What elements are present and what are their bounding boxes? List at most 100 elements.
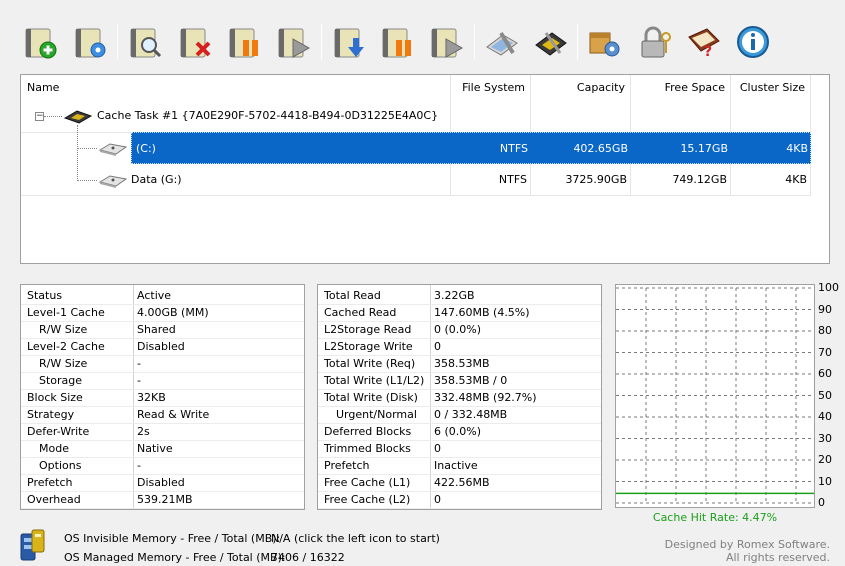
stat-row: Total Write (L1/L2) 358.53MB / 0 [318, 372, 601, 389]
stat-value: Shared [137, 323, 176, 336]
credit-line-2: All rights reserved. [725, 551, 830, 564]
help-button[interactable]: ? [684, 22, 724, 62]
stat-row: Defer-Write 2s [21, 423, 304, 440]
memory-start-icon[interactable] [18, 528, 48, 562]
hard-drive-icon [98, 175, 128, 188]
stat-label: Strategy [27, 408, 75, 421]
resume-task-button[interactable] [274, 22, 314, 62]
stat-value: Disabled [137, 476, 185, 489]
stat-row: Level-2 Cache Disabled [21, 338, 304, 355]
stat-row: Storage - [21, 372, 304, 389]
pause-all-button[interactable] [378, 22, 418, 62]
column-header-free-space[interactable]: Free Space [631, 75, 731, 101]
stat-label: Level-1 Cache [27, 306, 105, 319]
y-tick-label: 50 [818, 388, 832, 402]
stat-label: L2Storage Write [324, 340, 413, 353]
pause-icon [382, 28, 411, 58]
task-settings-button[interactable] [71, 22, 111, 62]
stat-row: Urgent/Normal 0 / 332.48MB [318, 406, 601, 423]
column-header-name[interactable]: Name [21, 75, 451, 101]
inspect-button[interactable] [126, 22, 166, 62]
stat-row: R/W Size - [21, 355, 304, 372]
stat-row: Options - [21, 457, 304, 474]
drive-tree-grid[interactable]: Name File System Capacity Free Space Clu… [20, 74, 830, 264]
stat-row: L2Storage Read 0 (0.0%) [318, 321, 601, 338]
flush-button[interactable] [330, 22, 370, 62]
managed-memory-label: OS Managed Memory - Free / Total (MB): [64, 551, 286, 564]
toolbar: ? [0, 0, 845, 68]
info-icon [737, 26, 769, 58]
stat-row: Level-1 Cache 4.00GB (MM) [21, 304, 304, 321]
stat-value: Disabled [137, 340, 185, 353]
stat-label: Mode [39, 442, 69, 455]
chart-plot-area [616, 287, 814, 504]
stat-row: Free Cache (L1) 422.56MB [318, 474, 601, 491]
y-tick-label: 60 [818, 367, 832, 380]
stat-row: L2Storage Write 0 [318, 338, 601, 355]
column-header-capacity[interactable]: Capacity [531, 75, 631, 101]
help-book-icon: ? [688, 28, 720, 60]
pause-task-button[interactable] [225, 22, 265, 62]
y-tick-label: 0 [818, 496, 825, 509]
stat-value: 332.48MB (92.7%) [434, 391, 537, 404]
stat-row: Strategy Read & Write [21, 406, 304, 423]
column-header-cluster-size[interactable]: Cluster Size [731, 75, 811, 101]
drive-cluster-size: 4KB [785, 173, 807, 186]
stat-row: Total Write (Disk) 332.48MB (92.7%) [318, 389, 601, 406]
collapse-toggle[interactable]: − [35, 112, 44, 121]
lock-key-icon [641, 26, 671, 58]
stat-value: Native [137, 442, 173, 455]
stat-row: Total Write (Req) 358.53MB [318, 355, 601, 372]
drive-file-system: NTFS [499, 142, 528, 155]
resume-all-button[interactable] [427, 22, 467, 62]
credit-line-1: Designed by Romex Software. [664, 538, 830, 551]
stat-label: Free Cache (L1) [324, 476, 411, 489]
stat-value: 6 (0.0%) [434, 425, 482, 438]
remove-task-button[interactable] [176, 22, 216, 62]
memory-button[interactable] [531, 22, 571, 62]
add-task-button[interactable] [21, 22, 61, 62]
stat-value: Inactive [434, 459, 478, 472]
drive-name: (C:) [136, 142, 156, 155]
stat-label: Prefetch [27, 476, 73, 489]
stat-label: Storage [39, 374, 83, 387]
column-header-file-system[interactable]: File System [451, 75, 531, 101]
stat-row: Prefetch Disabled [21, 474, 304, 491]
play-icon [431, 28, 464, 58]
options-button[interactable] [584, 22, 624, 62]
cache-hit-rate-chart [615, 284, 815, 508]
stat-label: Defer-Write [27, 425, 90, 438]
stat-row: Status Active [21, 287, 304, 304]
stat-row: Cached Read 147.60MB (4.5%) [318, 304, 601, 321]
tree-row-drive[interactable]: (C:) NTFS 402.65GB 15.17GB 4KB [131, 132, 811, 164]
stat-label: Total Write (Req) [324, 357, 416, 370]
y-tick-label: 30 [818, 431, 832, 445]
y-tick-label: 100 [818, 281, 839, 294]
stat-value: 0 [434, 340, 441, 353]
stat-value: 422.56MB [434, 476, 490, 489]
invisible-memory-value: N/A (click the left icon to start) [271, 532, 440, 545]
play-icon [278, 28, 311, 58]
wrench-icon [486, 31, 518, 56]
stat-value: 147.60MB (4.5%) [434, 306, 530, 319]
license-button[interactable] [635, 22, 675, 62]
stat-label: L2Storage Read [324, 323, 412, 336]
drive-cluster-size: 4KB [786, 142, 808, 155]
tree-row-task[interactable]: − Cache Task #1 {7A0E290F-5702-4418-B494… [21, 100, 811, 132]
stat-label: Trimmed Blocks [324, 442, 411, 455]
chart-title: Cache Hit Rate: 4.47% [652, 511, 778, 524]
tree-row-drive[interactable]: Data (G:) NTFS 3725.90GB 749.12GB 4KB [21, 164, 811, 196]
stat-value: 3.22GB [434, 289, 475, 302]
stat-value: 2s [137, 425, 150, 438]
about-button[interactable] [733, 22, 773, 62]
stat-label: Options [39, 459, 82, 472]
stat-label: Total Read [324, 289, 381, 302]
stat-value: Active [137, 289, 172, 302]
stat-row: Prefetch Inactive [318, 457, 601, 474]
drive-capacity: 3725.90GB [565, 173, 627, 186]
stat-value: 0 / 332.48MB [434, 408, 508, 421]
stat-row: Free Cache (L2) 0 [318, 491, 601, 508]
stat-label: Total Write (L1/L2) [324, 374, 425, 387]
tools-button[interactable] [482, 22, 522, 62]
drive-name: Data (G:) [131, 173, 182, 186]
